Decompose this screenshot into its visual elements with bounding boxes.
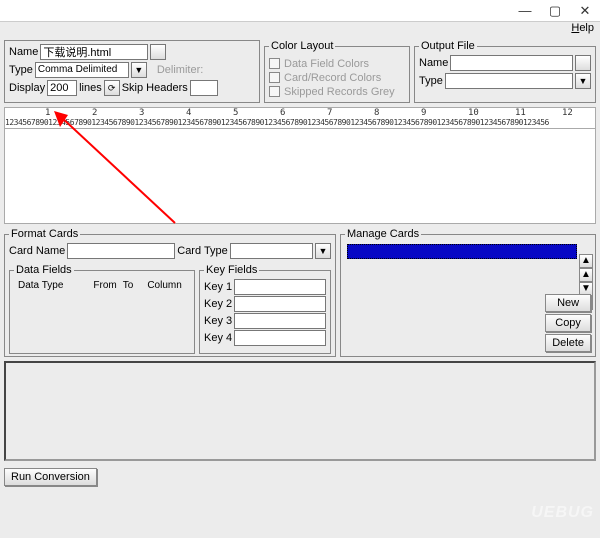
log-area[interactable] bbox=[4, 361, 596, 461]
type-select-value[interactable]: Comma Delimited bbox=[35, 62, 129, 78]
copy-button[interactable]: Copy bbox=[545, 314, 591, 332]
name-label: Name bbox=[9, 46, 38, 58]
minimize-button[interactable]: — bbox=[510, 1, 540, 21]
key2-label: Key 2 bbox=[204, 298, 232, 310]
data-fields-group: Data Fields Data Type From To Column bbox=[9, 264, 195, 354]
output-type-dropdown-button[interactable]: ▼ bbox=[575, 73, 591, 89]
preview-area[interactable] bbox=[4, 129, 596, 224]
type-label: Type bbox=[9, 64, 33, 76]
display-input[interactable] bbox=[47, 80, 77, 96]
maximize-button[interactable]: ▢ bbox=[540, 1, 570, 21]
manage-cards-group: Manage Cards ▲ ▲ ▼ ▼ New Copy Delete bbox=[340, 228, 596, 357]
key3-label: Key 3 bbox=[204, 315, 232, 327]
card-name-input[interactable] bbox=[67, 243, 175, 259]
refresh-button[interactable]: ⟳ bbox=[104, 80, 120, 96]
card-name-label: Card Name bbox=[9, 245, 65, 257]
color-layout-legend: Color Layout bbox=[269, 40, 335, 52]
window-titlebar: — ▢ ✕ bbox=[0, 0, 600, 22]
key4-label: Key 4 bbox=[204, 332, 232, 344]
hdr-column: Column bbox=[147, 280, 181, 291]
color-opt-datafield: Data Field Colors bbox=[269, 56, 405, 70]
card-type-select[interactable] bbox=[230, 243, 313, 259]
key2-input[interactable] bbox=[234, 296, 326, 312]
arrow-annotation-icon bbox=[50, 111, 180, 231]
name-input[interactable] bbox=[40, 44, 148, 60]
output-file-group: Output File Name Type ▼ bbox=[414, 40, 596, 103]
output-type-select[interactable] bbox=[445, 73, 573, 89]
key3-input[interactable] bbox=[234, 313, 326, 329]
input-file-group: Name Type Comma Delimited ▼ Delimiter: D… bbox=[4, 40, 260, 103]
scroll-up2-button[interactable]: ▲ bbox=[579, 268, 593, 282]
display-label: Display bbox=[9, 82, 45, 94]
checkbox-icon bbox=[269, 58, 280, 69]
name-browse-button[interactable] bbox=[150, 44, 166, 60]
key1-input[interactable] bbox=[234, 279, 326, 295]
manage-cards-legend: Manage Cards bbox=[345, 228, 421, 240]
color-opt-skipped: Skipped Records Grey bbox=[269, 84, 405, 98]
skip-headers-input[interactable] bbox=[190, 80, 218, 96]
checkbox-icon bbox=[269, 72, 280, 83]
output-name-input[interactable] bbox=[450, 55, 573, 71]
hdr-data-type: Data Type bbox=[18, 280, 63, 291]
key-fields-group: Key Fields Key 1 Key 2 Key 3 Key 4 bbox=[199, 264, 331, 354]
lines-label: lines bbox=[79, 82, 102, 94]
output-browse-button[interactable] bbox=[575, 55, 591, 71]
checkbox-icon bbox=[269, 86, 280, 97]
output-name-label: Name bbox=[419, 57, 448, 69]
menubar: HHelpelp bbox=[0, 22, 600, 38]
card-type-dropdown-button[interactable]: ▼ bbox=[315, 243, 331, 259]
close-button[interactable]: ✕ bbox=[570, 1, 600, 21]
type-dropdown-button[interactable]: ▼ bbox=[131, 62, 147, 78]
manage-cards-selection[interactable] bbox=[347, 244, 577, 259]
data-fields-list[interactable] bbox=[14, 293, 190, 351]
delete-button[interactable]: Delete bbox=[545, 334, 591, 352]
data-fields-legend: Data Fields bbox=[14, 264, 74, 276]
hdr-from: From bbox=[93, 280, 116, 291]
color-opt-card: Card/Record Colors bbox=[269, 70, 405, 84]
menu-help[interactable]: HHelpelp bbox=[571, 22, 594, 38]
new-button[interactable]: New bbox=[545, 294, 591, 312]
format-cards-group: Format Cards Card Name Card Type ▼ Data … bbox=[4, 228, 336, 357]
delimiter-label: Delimiter: bbox=[157, 64, 203, 76]
run-conversion-button[interactable]: Run Conversion bbox=[4, 468, 97, 486]
watermark: UEBUG bbox=[531, 504, 594, 522]
scroll-up-button[interactable]: ▲ bbox=[579, 254, 593, 268]
card-type-label: Card Type bbox=[177, 245, 228, 257]
skip-headers-label: Skip Headers bbox=[122, 82, 188, 94]
output-file-legend: Output File bbox=[419, 40, 477, 52]
key1-label: Key 1 bbox=[204, 281, 232, 293]
key4-input[interactable] bbox=[234, 330, 326, 346]
hdr-to: To bbox=[123, 280, 134, 291]
output-type-label: Type bbox=[419, 75, 443, 87]
color-layout-group: Color Layout Data Field Colors Card/Reco… bbox=[264, 40, 410, 103]
key-fields-legend: Key Fields bbox=[204, 264, 259, 276]
